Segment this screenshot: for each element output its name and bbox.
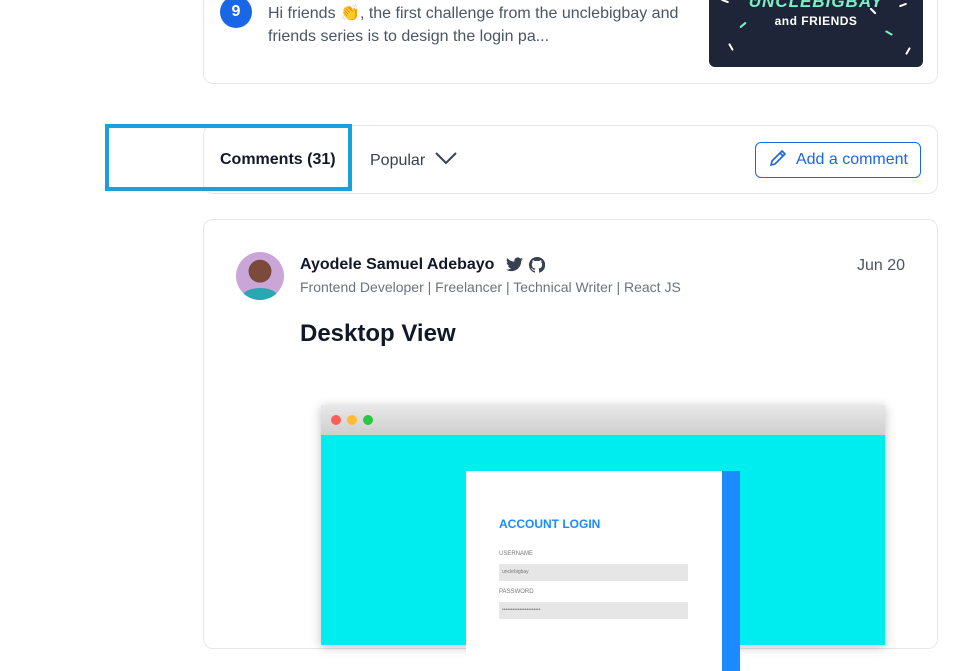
mockup-background: ACCOUNT LOGIN USERNAME unclebigbay PASSW… [321,435,885,671]
thumbnail-title: UNCLEBIGBAY [748,0,884,11]
add-comment-label: Add a comment [795,151,908,168]
avatar[interactable] [236,252,284,300]
screenshot-image: ACCOUNT LOGIN USERNAME unclebigbay PASSW… [321,405,885,671]
github-icon[interactable] [528,256,546,278]
sort-label: Popular [370,151,426,169]
password-field: •••••••••••••••••••••• [499,602,688,619]
login-title: ACCOUNT LOGIN [499,517,601,531]
thumbnail-subtitle: and FRIENDS [774,14,858,28]
tab-comments[interactable]: Comments (31) [220,151,336,169]
author-name[interactable]: Ayodele Samuel Adebayo [300,256,494,274]
chevron-down-icon [435,151,457,170]
sort-dropdown[interactable]: Popular [370,151,457,170]
twitter-icon[interactable] [506,257,523,278]
comment-heading: Desktop View [300,320,456,347]
author-bio: Frontend Developer | Freelancer | Techni… [300,279,681,295]
article-card[interactable]: 9 Hi friends 👏, the first challenge from… [203,0,938,84]
minimize-dot-icon [347,415,357,425]
login-card: ACCOUNT LOGIN USERNAME unclebigbay PASSW… [466,471,722,671]
password-label: PASSWORD [499,589,534,595]
username-field: unclebigbay [499,564,688,581]
article-thumbnail[interactable]: UNCLEBIGBAY and FRIENDS [709,0,923,67]
article-number-badge: 9 [220,0,252,28]
pencil-icon [768,148,788,173]
comment-date[interactable]: Jun 20 [857,257,905,275]
login-accent-bar [722,471,740,671]
maximize-dot-icon [363,415,373,425]
comment-card: Ayodele Samuel Adebayo Frontend Develope… [203,219,938,671]
browser-toolbar [321,405,885,435]
social-links [506,256,546,278]
comments-header: Comments (31) Popular Add a comment [203,125,938,194]
add-comment-button[interactable]: Add a comment [754,142,921,178]
close-dot-icon [331,415,341,425]
article-excerpt[interactable]: Hi friends 👏, the first challenge from t… [268,2,698,48]
username-label: USERNAME [499,551,534,557]
